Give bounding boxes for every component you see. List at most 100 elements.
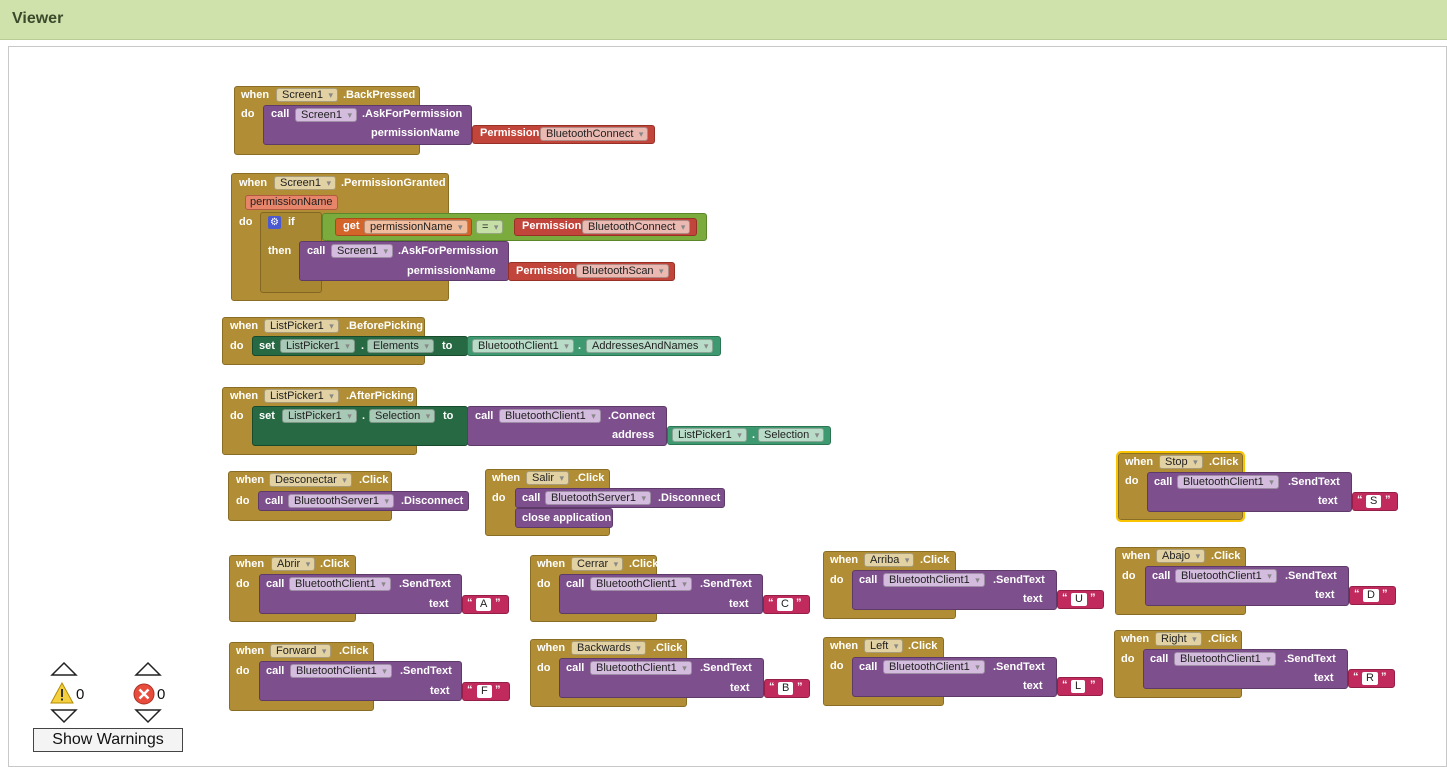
quote-open: “ (769, 681, 775, 693)
warning-icon (50, 681, 74, 709)
permission-dropdown[interactable]: BluetoothScan (576, 264, 669, 278)
get-keyword: get (343, 220, 360, 232)
call-keyword: call (566, 662, 585, 674)
component-dropdown[interactable]: BluetoothClient1 (1175, 569, 1277, 583)
next-error-icon[interactable] (134, 708, 162, 724)
component-dropdown[interactable]: Abrir (271, 557, 316, 571)
do-keyword: do (1125, 475, 1139, 487)
text-value[interactable]: B (778, 682, 794, 695)
text-value[interactable]: L (1071, 680, 1086, 693)
set-keyword: set (259, 410, 275, 422)
component-dropdown[interactable]: Backwards (571, 641, 646, 655)
do-keyword: do (1121, 653, 1135, 665)
quote-open: “ (1353, 671, 1359, 683)
when-keyword: when (830, 640, 859, 652)
component-dropdown[interactable]: ListPicker1 (264, 319, 339, 333)
method-name: .SendText (399, 578, 451, 590)
arg-label: address (612, 429, 655, 441)
component-dropdown[interactable]: Left (864, 639, 904, 653)
component-dropdown[interactable]: Screen1 (331, 244, 393, 258)
call-keyword: call (265, 495, 284, 507)
component-dropdown[interactable]: BluetoothClient1 (1177, 475, 1279, 489)
method-name: .Disconnect (401, 495, 464, 507)
permission-dropdown[interactable]: BluetoothConnect (582, 220, 691, 234)
event-name: .Click (320, 558, 350, 570)
method-name: .SendText (1285, 570, 1337, 582)
text-value[interactable]: S (1366, 495, 1382, 508)
viewer-title: Viewer (12, 10, 64, 27)
text-label: text (1315, 589, 1335, 601)
component-dropdown[interactable]: ListPicker1 (280, 339, 355, 353)
text-value[interactable]: D (1363, 589, 1379, 602)
property-dropdown[interactable]: AddressesAndNames (586, 339, 714, 353)
component-dropdown[interactable]: Salir (526, 471, 570, 485)
method-name: .SendText (993, 574, 1045, 586)
quote-close: ” (495, 684, 501, 696)
component-dropdown[interactable]: ListPicker1 (264, 389, 339, 403)
call-keyword: call (859, 661, 878, 673)
previous-warning-icon[interactable] (50, 661, 78, 677)
permission-dropdown[interactable]: BluetoothConnect (540, 127, 649, 141)
when-keyword: when (1121, 633, 1150, 645)
text-value[interactable]: R (1362, 672, 1378, 685)
component-dropdown[interactable]: BluetoothClient1 (590, 661, 692, 675)
event-name: .Click (629, 558, 659, 570)
variable-dropdown[interactable]: permissionName (364, 220, 468, 234)
do-keyword: do (236, 665, 250, 677)
component-dropdown[interactable]: Screen1 (274, 176, 336, 190)
component-dropdown[interactable]: BluetoothClient1 (1174, 652, 1276, 666)
property-dropdown[interactable]: Selection (369, 409, 436, 423)
show-warnings-button[interactable]: Show Warnings (33, 728, 183, 752)
component-dropdown[interactable]: Abajo (1156, 549, 1206, 563)
text-value[interactable]: F (477, 685, 492, 698)
quote-close: ” (495, 597, 501, 609)
param-permissionname[interactable]: permissionName (245, 195, 338, 210)
method-name: .AskForPermission (398, 245, 499, 257)
call-keyword: call (475, 410, 494, 422)
text-value[interactable]: C (777, 598, 793, 611)
component-dropdown[interactable]: Stop (1159, 455, 1203, 469)
component-dropdown[interactable]: BluetoothServer1 (288, 494, 394, 508)
text-label: text (429, 598, 449, 610)
permission-label: Permission (522, 220, 582, 232)
previous-error-icon[interactable] (134, 661, 162, 677)
component-dropdown[interactable]: BluetoothClient1 (472, 339, 574, 353)
method-name: .SendText (1284, 653, 1336, 665)
component-dropdown[interactable]: Right (1155, 632, 1202, 646)
method-name: .SendText (993, 661, 1045, 673)
component-dropdown[interactable]: Cerrar (571, 557, 624, 571)
component-dropdown[interactable]: ListPicker1 (672, 428, 747, 442)
component-dropdown[interactable]: BluetoothClient1 (883, 660, 985, 674)
component-dropdown[interactable]: Screen1 (276, 88, 338, 102)
do-keyword: do (492, 492, 506, 504)
dot: . (752, 429, 756, 441)
property-dropdown[interactable]: Elements (367, 339, 434, 353)
operator-dropdown[interactable]: = (476, 220, 504, 234)
component-dropdown[interactable]: ListPicker1 (282, 409, 357, 423)
do-keyword: do (830, 574, 844, 586)
error-count: 0 (157, 686, 166, 703)
when-keyword: when (537, 558, 566, 570)
call-keyword: call (522, 492, 541, 504)
component-dropdown[interactable]: Screen1 (295, 108, 357, 122)
warning-count: 0 (76, 686, 85, 703)
component-dropdown[interactable]: Forward (270, 644, 332, 658)
then-keyword: then (268, 245, 292, 257)
gear-icon[interactable]: ⚙ (268, 216, 281, 229)
next-warning-icon[interactable] (50, 708, 78, 724)
event-name: .Click (653, 642, 683, 654)
to-keyword: to (442, 340, 453, 352)
text-value[interactable]: U (1071, 593, 1087, 606)
component-dropdown[interactable]: BluetoothClient1 (499, 409, 601, 423)
component-dropdown[interactable]: Arriba (864, 553, 915, 567)
component-dropdown[interactable]: BluetoothClient1 (590, 577, 692, 591)
text-value[interactable]: A (476, 598, 492, 611)
component-dropdown[interactable]: Desconectar (269, 473, 352, 487)
component-dropdown[interactable]: BluetoothClient1 (883, 573, 985, 587)
component-dropdown[interactable]: BluetoothClient1 (289, 577, 391, 591)
property-dropdown[interactable]: Selection (758, 428, 825, 442)
component-dropdown[interactable]: BluetoothClient1 (290, 664, 392, 678)
quote-open: “ (1062, 679, 1068, 691)
component-dropdown[interactable]: BluetoothServer1 (545, 491, 651, 505)
dot: . (362, 410, 366, 422)
